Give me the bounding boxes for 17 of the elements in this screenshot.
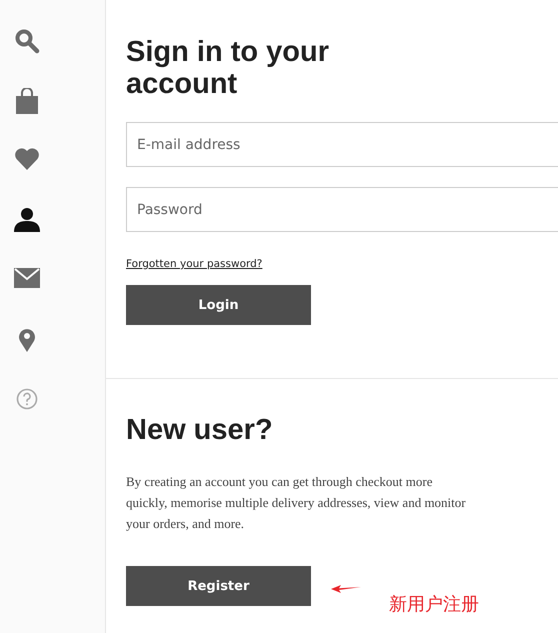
register-description: By creating an account you can get through checkout more quickly, memorise multiple delivery addresses, view and monitor your orders, and more. bbox=[126, 473, 467, 533]
sign-in-title: Sign in to your account bbox=[126, 36, 330, 100]
forgot-password-link[interactable]: Forgotten your password? bbox=[126, 258, 262, 270]
envelope-icon bbox=[14, 268, 40, 288]
help-icon bbox=[16, 388, 38, 410]
user-icon bbox=[14, 208, 40, 232]
location-pin-icon bbox=[18, 328, 36, 352]
input-field[interactable]: E-mail address bbox=[126, 122, 558, 167]
register-button[interactable]: Register bbox=[126, 566, 311, 606]
annotation-text: 新用户注册 bbox=[389, 593, 479, 616]
search-icon bbox=[14, 28, 40, 54]
annotation-arrow bbox=[331, 584, 361, 594]
new-user-title: New user? bbox=[126, 413, 274, 447]
login-button[interactable]: Login bbox=[126, 285, 311, 325]
input-field[interactable]: Password bbox=[126, 187, 558, 232]
heart-icon bbox=[14, 148, 40, 170]
shopping-bag-icon bbox=[15, 88, 39, 114]
